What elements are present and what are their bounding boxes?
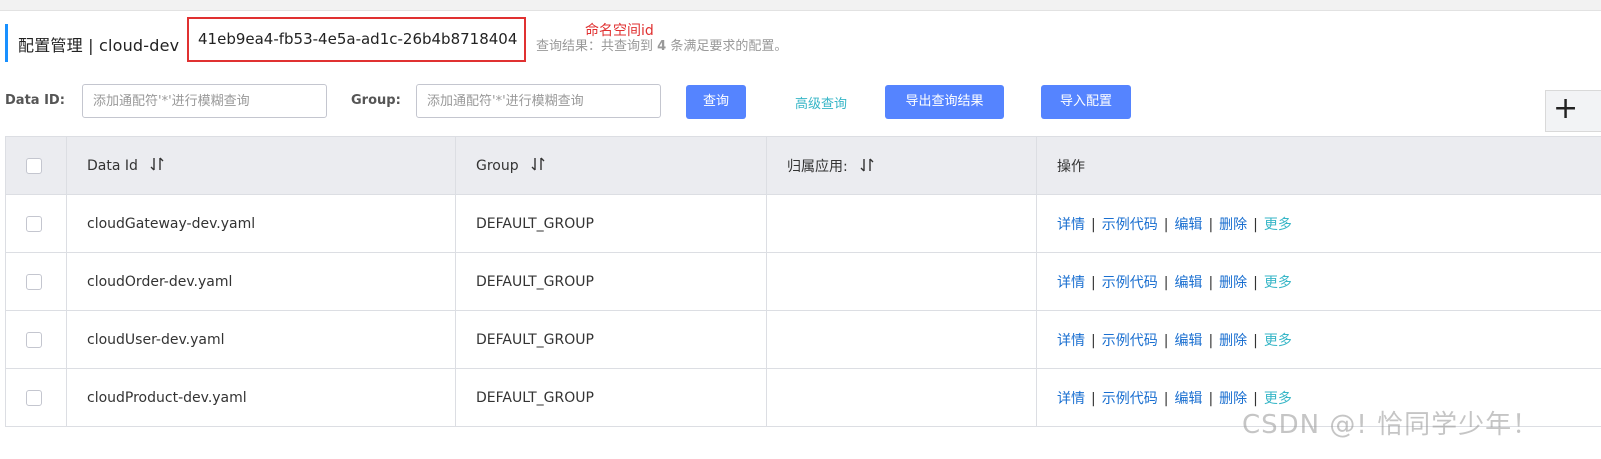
separator: |	[1208, 216, 1214, 233]
detail-link[interactable]: 详情	[1057, 333, 1085, 349]
page-title: 配置管理 | cloud-dev	[18, 32, 179, 56]
table-header-row: Data Id Group 归属应用: 操作	[5, 136, 1601, 195]
app-cell	[766, 194, 1037, 253]
app-cell	[766, 310, 1037, 369]
sample-code-link[interactable]: 示例代码	[1102, 391, 1158, 407]
separator: |	[1163, 390, 1169, 407]
namespace-id-highlight: 41eb9ea4-fb53-4e5a-ad1c-26b4b8718404	[187, 17, 526, 62]
table-row: cloudOrder-dev.yaml DEFAULT_GROUP 详情 | 示例代…	[5, 252, 1601, 311]
separator: |	[1091, 216, 1096, 233]
select-all-checkbox[interactable]	[26, 157, 42, 174]
separator: |	[1091, 274, 1096, 291]
actions-cell: 详情 | 示例代码 | 编辑 | 删除 | 更多	[1036, 310, 1601, 369]
query-result-suffix: 条满足要求的配置。	[670, 39, 788, 54]
row-select-cell	[5, 368, 67, 427]
config-table: Data Id Group 归属应用: 操作 cloudGateway-dev.…	[5, 136, 1601, 427]
column-header-group[interactable]: Group	[455, 136, 767, 195]
row-checkbox[interactable]	[26, 389, 42, 406]
edit-link[interactable]: 编辑	[1174, 275, 1202, 291]
separator: |	[1163, 332, 1169, 349]
sample-code-link[interactable]: 示例代码	[1102, 333, 1158, 349]
page-title-text: 配置管理 | cloud-dev	[18, 36, 180, 55]
detail-link[interactable]: 详情	[1057, 217, 1085, 233]
app-cell	[766, 252, 1037, 311]
separator: |	[1253, 274, 1258, 291]
edit-link[interactable]: 编辑	[1174, 333, 1202, 349]
query-result-count: 4	[657, 39, 667, 54]
advanced-search-link[interactable]: 高级查询	[795, 93, 847, 112]
plus-icon: +	[1553, 91, 1579, 126]
export-results-button[interactable]: 导出查询结果	[885, 85, 1004, 119]
data-id-cell: cloudProduct-dev.yaml	[66, 368, 456, 427]
sample-code-link[interactable]: 示例代码	[1102, 217, 1158, 233]
data-id-cell: cloudUser-dev.yaml	[66, 310, 456, 369]
sample-code-link[interactable]: 示例代码	[1102, 275, 1158, 291]
row-select-cell	[5, 252, 67, 311]
column-header-data-id[interactable]: Data Id	[66, 136, 456, 195]
select-all-cell	[5, 136, 67, 195]
separator: |	[1208, 390, 1214, 407]
more-link[interactable]: 更多	[1264, 275, 1292, 291]
column-header-label: Data Id	[87, 157, 138, 174]
data-id-label: Data ID:	[5, 93, 65, 108]
row-checkbox[interactable]	[26, 273, 42, 290]
column-header-label: Group	[476, 157, 519, 174]
row-select-cell	[5, 194, 67, 253]
group-label: Group:	[351, 93, 401, 108]
data-id-input[interactable]	[82, 84, 327, 118]
separator: |	[1163, 274, 1169, 291]
detail-link[interactable]: 详情	[1057, 391, 1085, 407]
top-strip	[0, 0, 1601, 11]
table-row: cloudUser-dev.yaml DEFAULT_GROUP 详情 | 示例代码…	[5, 310, 1601, 369]
row-select-cell	[5, 310, 67, 369]
delete-link[interactable]: 删除	[1219, 217, 1247, 233]
separator: |	[1091, 332, 1096, 349]
more-link[interactable]: 更多	[1264, 217, 1292, 233]
import-config-button[interactable]: 导入配置	[1041, 85, 1131, 119]
search-button[interactable]: 查询	[686, 85, 746, 119]
separator: |	[1253, 216, 1258, 233]
actions-cell: 详情 | 示例代码 | 编辑 | 删除 | 更多	[1036, 252, 1601, 311]
sort-icon[interactable]	[860, 158, 874, 176]
separator: |	[1163, 216, 1169, 233]
watermark: CSDN @! 恰同学少年！	[1242, 410, 1540, 440]
row-checkbox[interactable]	[26, 215, 42, 232]
group-cell: DEFAULT_GROUP	[455, 252, 767, 311]
column-header-label: 操作	[1057, 158, 1085, 175]
group-cell: DEFAULT_GROUP	[455, 310, 767, 369]
separator: |	[1208, 274, 1214, 291]
separator: |	[1091, 390, 1096, 407]
edit-link[interactable]: 编辑	[1174, 217, 1202, 233]
edit-link[interactable]: 编辑	[1174, 391, 1202, 407]
actions-cell: 详情 | 示例代码 | 编辑 | 删除 | 更多	[1036, 194, 1601, 253]
detail-link[interactable]: 详情	[1057, 275, 1085, 291]
column-header-app[interactable]: 归属应用:	[766, 136, 1037, 195]
group-cell: DEFAULT_GROUP	[455, 194, 767, 253]
delete-link[interactable]: 删除	[1219, 333, 1247, 349]
query-result-prefix: 查询结果：共查询到	[536, 39, 654, 54]
sort-icon[interactable]	[531, 157, 545, 175]
group-input[interactable]	[416, 84, 661, 118]
data-id-cell: cloudOrder-dev.yaml	[66, 252, 456, 311]
more-link[interactable]: 更多	[1264, 333, 1292, 349]
group-cell: DEFAULT_GROUP	[455, 368, 767, 427]
table-row: cloudGateway-dev.yaml DEFAULT_GROUP 详情 | 示…	[5, 194, 1601, 253]
add-config-button[interactable]: +	[1545, 90, 1601, 132]
app-cell	[766, 368, 1037, 427]
query-result-summary: 查询结果：共查询到 4 条满足要求的配置。	[536, 35, 787, 54]
separator: |	[1208, 332, 1214, 349]
data-id-cell: cloudGateway-dev.yaml	[66, 194, 456, 253]
column-header-actions: 操作	[1036, 136, 1601, 195]
column-header-label: 归属应用:	[787, 158, 848, 175]
row-checkbox[interactable]	[26, 331, 42, 348]
title-accent-bar	[5, 24, 8, 62]
namespace-id-text: 41eb9ea4-fb53-4e5a-ad1c-26b4b8718404	[198, 30, 518, 48]
delete-link[interactable]: 删除	[1219, 275, 1247, 291]
separator: |	[1253, 332, 1258, 349]
sort-icon[interactable]	[150, 157, 164, 175]
